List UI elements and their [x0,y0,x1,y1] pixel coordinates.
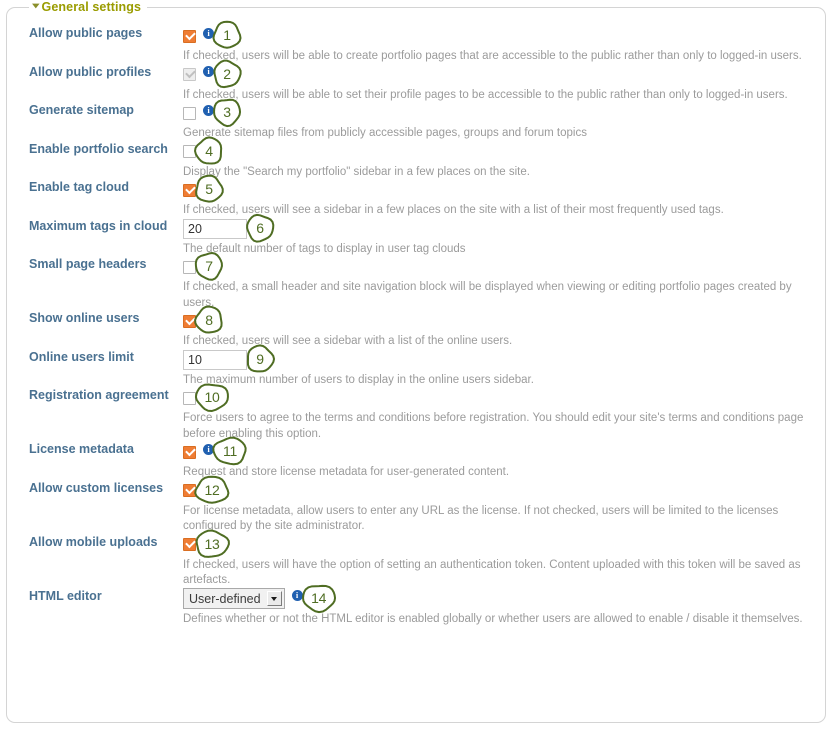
setting-description-generate-sitemap: Generate sitemap files from publicly acc… [183,127,587,139]
setting-row-license-metadata: License metadata i Request and store licen… [7,442,825,481]
setting-field-enable-tag-cloud: If checked, users will see a sidebar in … [183,180,825,219]
setting-field-license-metadata: i Request and store license metadata for … [183,442,825,481]
setting-label-generate-sitemap: Generate sitemap [29,103,134,117]
setting-label-small-page-headers: Small page headers [29,257,147,271]
setting-description-allow-custom-licenses: For license metadata, allow users to ent… [183,504,779,533]
setting-row-small-page-headers: Small page headers If checked, a small he… [7,257,825,311]
setting-field-maximum-tags-in-cloud: The default number of tags to display in… [183,218,825,258]
checkbox-allow-custom-licenses[interactable] [183,484,196,497]
checkbox-license-metadata[interactable] [183,445,196,459]
checkbox-allow-mobile-uploads[interactable] [183,538,196,551]
select-html-editor[interactable]: User-defined [183,588,285,609]
setting-description-registration-agreement: Force users to agree to the terms and co… [183,412,804,440]
setting-label-allow-public-pages: Allow public pages [29,26,143,40]
setting-description-small-page-headers: If checked, a small header and site navi… [183,281,792,309]
checkbox-registration-agreement[interactable] [183,391,196,405]
checkbox-allow-public-pages[interactable] [183,29,196,43]
setting-description-show-online-users: If checked, users will see a sidebar wit… [183,335,513,347]
control-line [183,388,815,408]
setting-description-allow-mobile-uploads: If checked, users will have the option o… [183,558,801,587]
setting-label-allow-public-profiles: Allow public profiles [29,64,152,79]
setting-label-maximum-tags-in-cloud: Maximum tags in cloud [29,218,168,233]
setting-field-online-users-limit: The maximum number of users to display i… [183,349,825,389]
setting-row-maximum-tags-in-cloud: Maximum tags in cloud The default number … [7,218,825,258]
control-line [183,142,815,162]
setting-description-allow-public-profiles: If checked, users will be able to set th… [183,88,788,101]
checkbox-enable-portfolio-search[interactable] [183,145,196,158]
checkbox-generate-sitemap[interactable] [183,106,196,120]
chevron-down-icon[interactable]: ▾ [32,1,39,10]
control-line [183,311,815,331]
setting-description-enable-tag-cloud: If checked, users will see a sidebar in … [183,204,724,216]
info-icon[interactable]: i [203,66,214,77]
setting-label-html-editor: HTML editor [29,588,102,603]
setting-label-allow-mobile-uploads: Allow mobile uploads [29,534,158,549]
setting-field-enable-portfolio-search: Display the "Search my portfolio" sideba… [183,142,825,181]
setting-description-allow-public-pages: If checked, users will be able to create… [183,50,802,62]
checkbox-enable-tag-cloud[interactable] [183,183,196,197]
settings-form: Allow public pages i If checked, users wil… [7,26,825,627]
setting-field-show-online-users: If checked, users will see a sidebar wit… [183,311,825,350]
select-value: User-defined [189,591,261,606]
setting-row-registration-agreement: Registration agreement Force users to agr… [7,388,825,442]
setting-field-generate-sitemap: i Generate sitemap files from publicly ac… [183,103,825,142]
setting-description-html-editor: Defines whether or not the HTML editor i… [183,612,803,625]
setting-label-online-users-limit: Online users limit [29,349,134,364]
control-line: i [183,65,815,85]
setting-field-small-page-headers: If checked, a small header and site navi… [183,257,825,311]
checkbox-allow-public-profiles [183,68,196,81]
setting-field-allow-mobile-uploads: If checked, users will have the option o… [183,535,825,589]
setting-field-registration-agreement: Force users to agree to the terms and co… [183,388,825,442]
checkbox-small-page-headers[interactable] [183,260,196,274]
setting-row-enable-portfolio-search: Enable portfolio search Display the "Sear… [7,142,825,181]
setting-row-show-online-users: Show online users If checked, users will … [7,311,825,350]
panel-legend[interactable]: ▾ General settings [29,0,148,14]
setting-field-allow-public-pages: i If checked, users will be able to creat… [183,26,825,65]
setting-description-license-metadata: Request and store license metadata for u… [183,466,510,478]
general-settings-panel: ▾ General settings Allow public pages i If… [6,0,826,723]
setting-description-enable-portfolio-search: Display the "Search my portfolio" sideba… [183,165,530,178]
setting-description-online-users-limit: The maximum number of users to display i… [183,373,534,386]
setting-row-enable-tag-cloud: Enable tag cloud If checked, users will s… [7,180,825,219]
checkbox-show-online-users[interactable] [183,314,196,328]
input-online-users-limit[interactable] [183,349,247,370]
settings-page: ▾ General settings Allow public pages i If… [0,0,834,738]
setting-label-show-online-users: Show online users [29,311,140,325]
setting-label-allow-custom-licenses: Allow custom licenses [29,480,164,495]
info-icon[interactable]: i [203,104,214,116]
setting-label-enable-tag-cloud: Enable tag cloud [29,180,130,194]
chevron-down-icon[interactable] [266,591,282,606]
setting-field-allow-custom-licenses: For license metadata, allow users to ent… [183,481,825,535]
control-line: i [183,103,815,123]
control-line [183,218,815,239]
control-line [183,349,815,370]
panel-legend-label: General settings [41,0,142,14]
setting-label-registration-agreement: Registration agreement [29,388,169,402]
control-line: i [183,26,815,46]
setting-label-license-metadata: License metadata [29,442,134,456]
control-line: i [183,442,815,462]
setting-row-generate-sitemap: Generate sitemap i Generate sitemap files … [7,103,825,142]
control-line: User-defined i [183,588,815,609]
control-line [183,481,815,501]
setting-description-maximum-tags-in-cloud: The default number of tags to display in… [183,242,466,255]
control-line [183,180,815,200]
info-icon[interactable]: i [291,590,303,601]
info-icon[interactable]: i [203,443,214,455]
setting-label-enable-portfolio-search: Enable portfolio search [29,141,168,156]
control-line [183,257,815,277]
setting-field-html-editor: User-defined i Defines whether or not the … [183,588,825,628]
setting-row-allow-public-profiles: Allow public profiles i If checked, users … [7,65,825,104]
setting-row-allow-custom-licenses: Allow custom licenses For license metadat… [7,481,825,535]
input-maximum-tags-in-cloud[interactable] [183,218,247,239]
setting-row-online-users-limit: Online users limit The maximum number of … [7,349,825,389]
info-icon[interactable]: i [203,27,214,39]
setting-field-allow-public-profiles: i If checked, users will be able to set t… [183,65,825,104]
setting-row-allow-mobile-uploads: Allow mobile uploads If checked, users wi… [7,535,825,589]
setting-row-html-editor: HTML editor User-defined i Defines whether … [7,588,825,628]
setting-row-allow-public-pages: Allow public pages i If checked, users wil… [7,26,825,65]
control-line [183,535,815,555]
